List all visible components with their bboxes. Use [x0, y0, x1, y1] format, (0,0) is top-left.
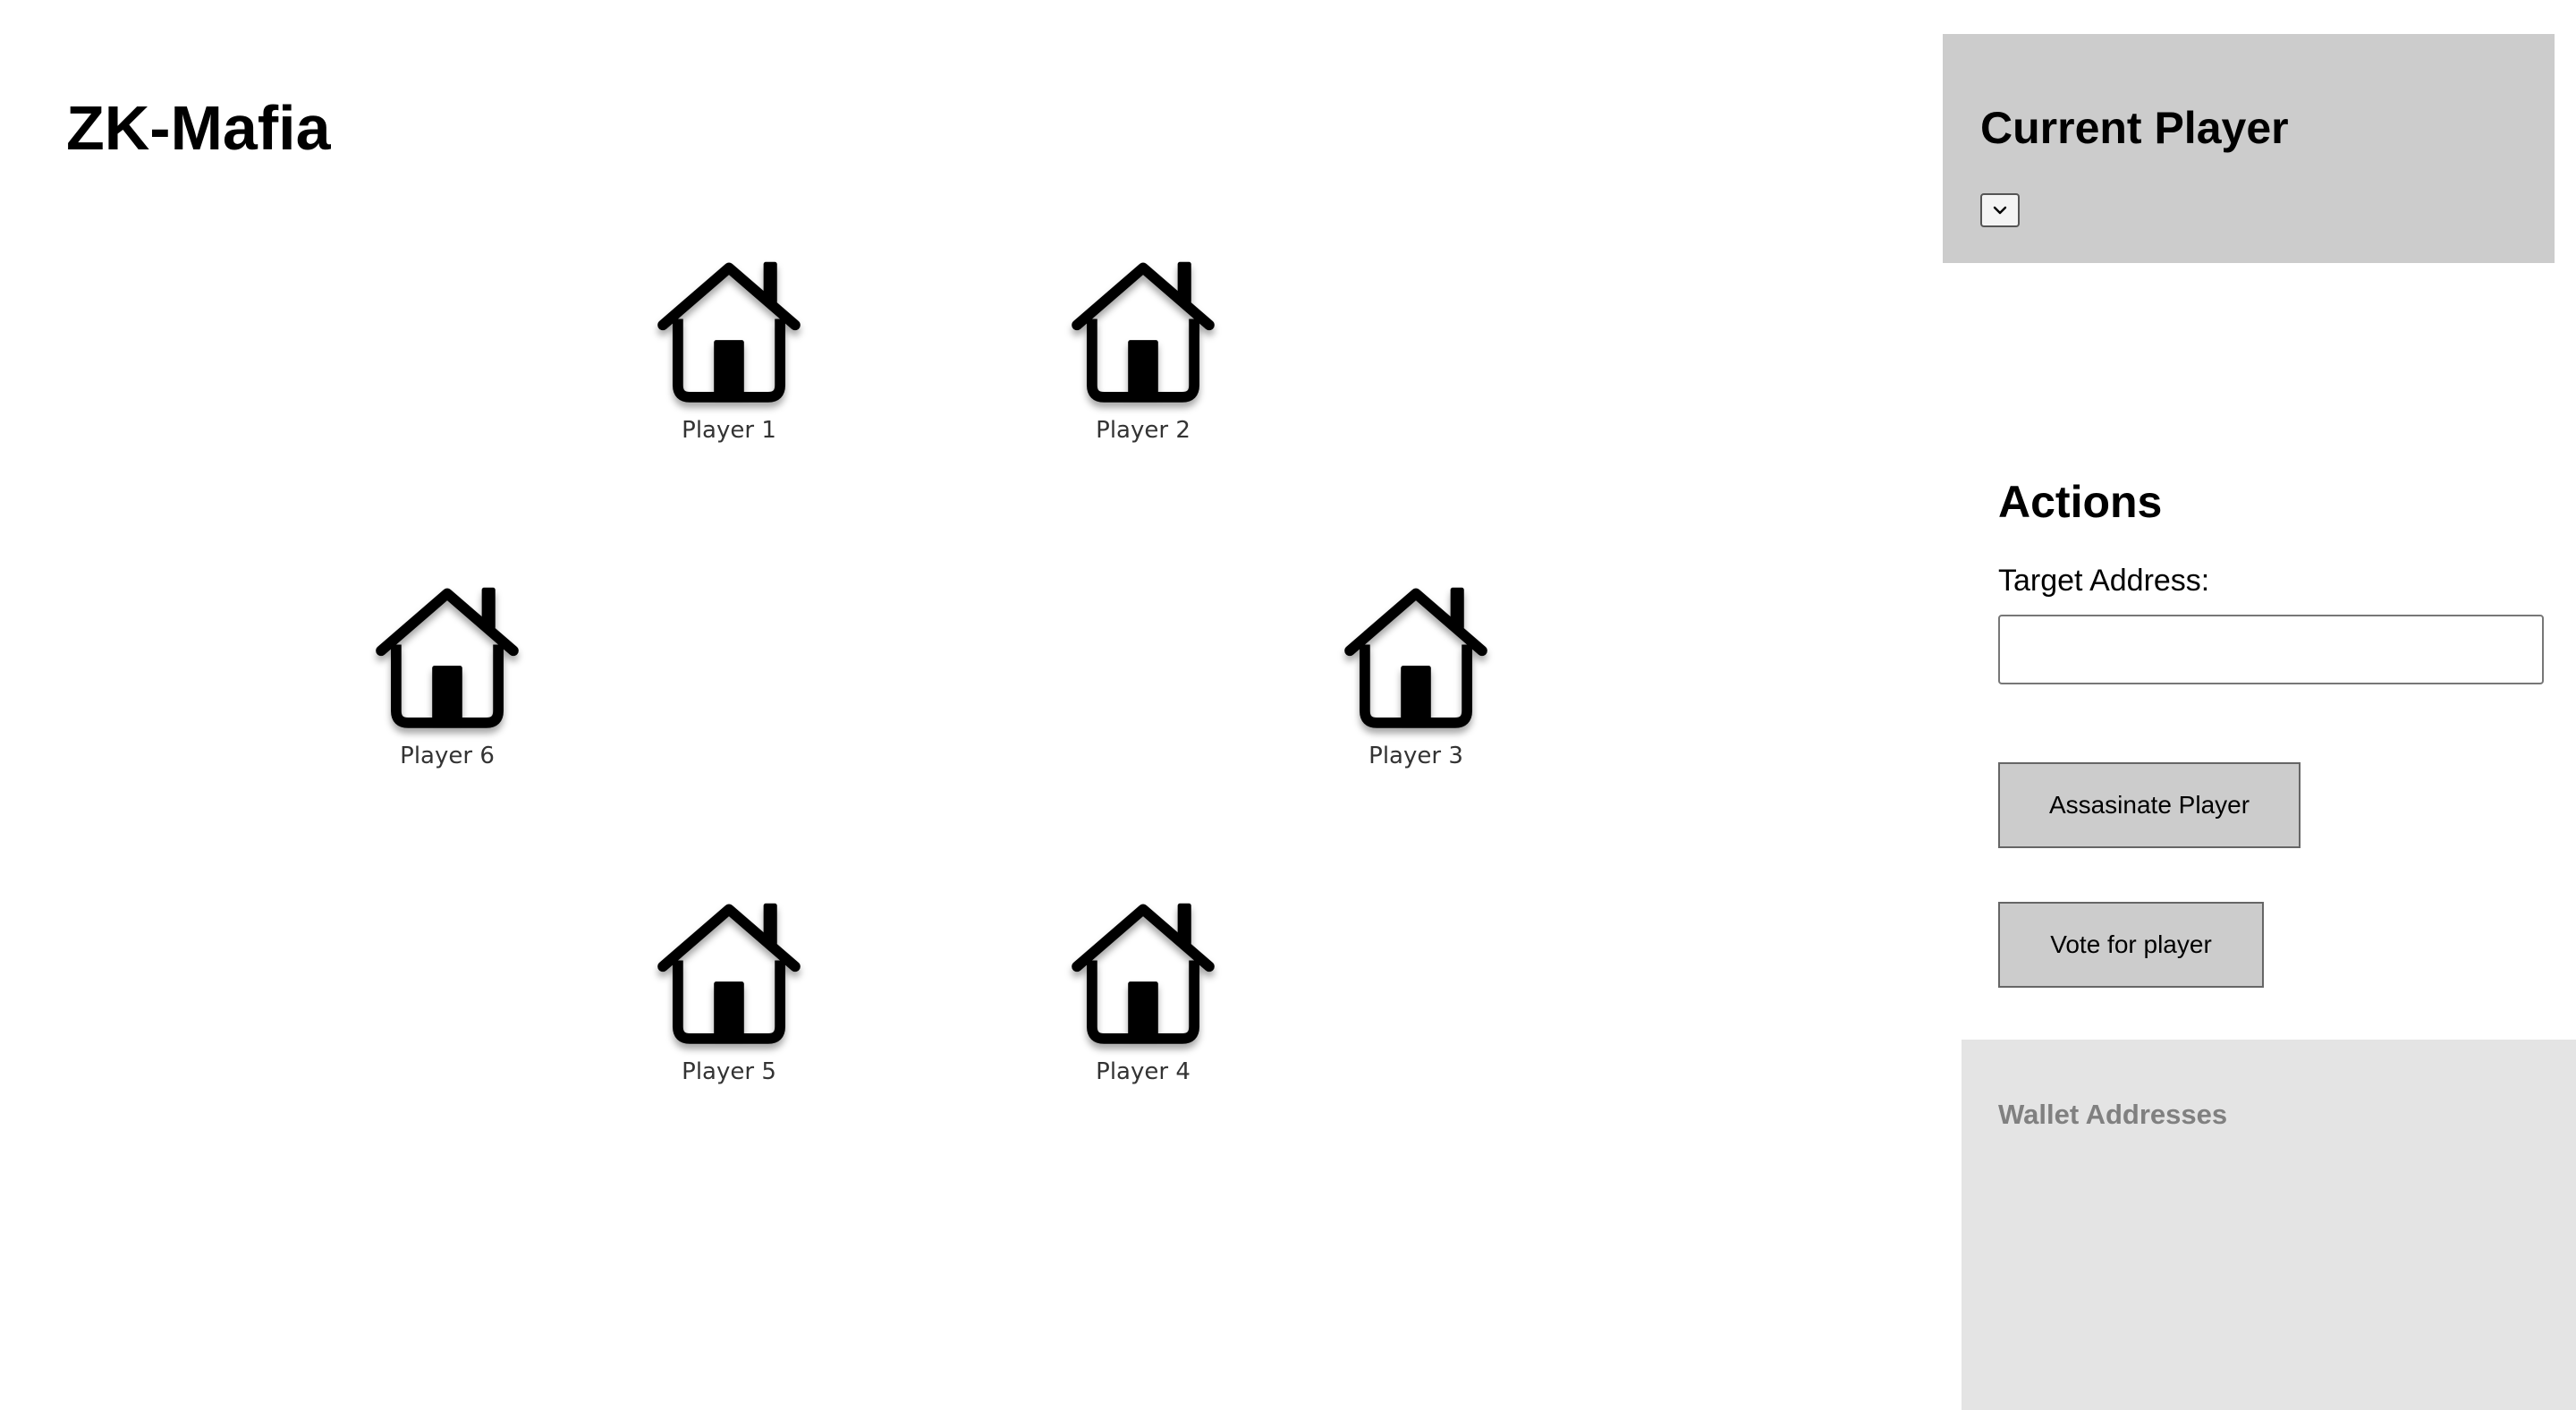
house-label: Player 6 — [400, 743, 495, 769]
house-player-5[interactable]: Player 5 — [644, 897, 814, 1085]
house-player-2[interactable]: Player 2 — [1058, 256, 1228, 444]
house-player-4[interactable]: Player 4 — [1058, 897, 1228, 1085]
current-player-select[interactable] — [1980, 193, 2020, 227]
house-label: Player 3 — [1368, 743, 1463, 769]
house-player-6[interactable]: Player 6 — [362, 582, 532, 769]
house-icon — [376, 587, 519, 728]
house-player-3[interactable]: Player 3 — [1331, 582, 1501, 769]
house-label: Player 2 — [1096, 417, 1191, 444]
actions-heading: Actions — [1998, 477, 2163, 527]
chevron-down-icon — [1993, 206, 2007, 215]
app-title: ZK-Mafia — [66, 93, 331, 163]
house-icon — [1072, 261, 1215, 403]
house-icon — [1344, 587, 1487, 728]
house-label: Player 4 — [1096, 1058, 1191, 1085]
wallet-addresses-panel: Wallet Addresses — [1962, 1040, 2576, 1410]
vote-for-player-button[interactable]: Vote for player — [1998, 902, 2264, 988]
assassinate-player-button[interactable]: Assasinate Player — [1998, 762, 2301, 848]
target-address-input[interactable] — [1998, 615, 2544, 684]
house-label: Player 5 — [682, 1058, 776, 1085]
house-icon — [657, 903, 801, 1044]
house-icon — [657, 261, 801, 403]
house-icon — [1072, 903, 1215, 1044]
current-player-panel: Current Player — [1943, 34, 2555, 263]
wallet-addresses-heading: Wallet Addresses — [1998, 1099, 2228, 1130]
house-player-1[interactable]: Player 1 — [644, 256, 814, 444]
house-label: Player 1 — [682, 417, 776, 444]
target-address-label: Target Address: — [1998, 564, 2210, 598]
current-player-heading: Current Player — [1980, 103, 2289, 153]
actions-panel: Actions Target Address: Assasinate Playe… — [1998, 477, 2553, 988]
